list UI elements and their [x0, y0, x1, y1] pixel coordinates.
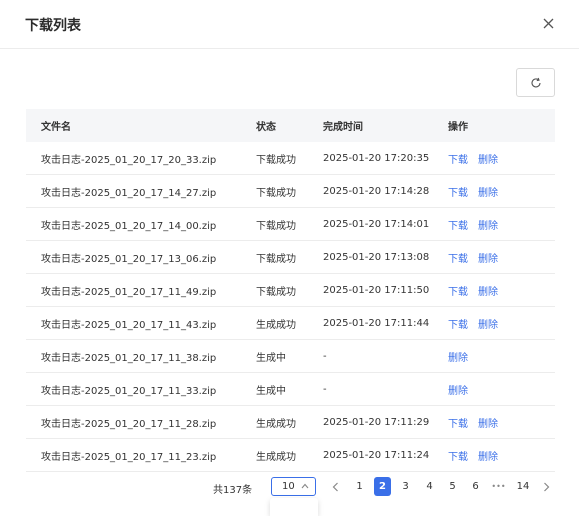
table-row: 攻击日志-2025_01_20_17_11_23.zip 生成成功 2025-01-…: [26, 439, 555, 472]
pagination-ellipsis[interactable]: •••: [490, 477, 507, 496]
page-button-2[interactable]: 2: [374, 477, 391, 496]
cell-status: 下载成功: [256, 187, 296, 199]
prev-page-button[interactable]: [327, 477, 344, 496]
pagination: 共137条 10 1 2 3 4 5 6 ••• 14: [0, 476, 579, 498]
cell-actions: 下载 删除: [448, 217, 555, 232]
row-action-1[interactable]: 下载: [448, 448, 468, 463]
chevron-up-icon: [301, 482, 309, 492]
cell-completed-at: 2025-01-20 17:11:24: [323, 449, 430, 461]
header-filename: 文件名: [41, 122, 71, 133]
cell-status: 下载成功: [256, 286, 296, 298]
cell-actions: 下载 删除: [448, 250, 555, 265]
cell-filename: 攻击日志-2025_01_20_17_14_00.zip: [41, 220, 217, 232]
page-button-4[interactable]: 4: [421, 477, 438, 496]
table-row: 攻击日志-2025_01_20_17_11_33.zip 生成中 - 删除: [26, 373, 555, 406]
page-button-1[interactable]: 1: [351, 477, 368, 496]
cell-status: 下载成功: [256, 154, 296, 166]
cell-completed-at: -: [323, 383, 327, 395]
page-button-3[interactable]: 3: [397, 477, 414, 496]
row-action-1[interactable]: 下载: [448, 316, 468, 331]
page-button-5[interactable]: 5: [444, 477, 461, 496]
table-row: 攻击日志-2025_01_20_17_11_28.zip 生成成功 2025-01-…: [26, 406, 555, 439]
next-page-button[interactable]: [538, 477, 555, 496]
row-action-1[interactable]: 下载: [448, 217, 468, 232]
row-action-1[interactable]: 删除: [448, 382, 468, 397]
table-row: 攻击日志-2025_01_20_17_11_43.zip 生成成功 2025-01-…: [26, 307, 555, 340]
row-action-2[interactable]: 删除: [478, 283, 498, 298]
download-table: 文件名 状态 完成时间 操作 攻击日志-2025_01_20_17_20_33.…: [26, 109, 555, 472]
cell-filename: 攻击日志-2025_01_20_17_11_28.zip: [41, 418, 217, 430]
cell-status: 下载成功: [256, 253, 296, 265]
cell-actions: 删除: [448, 382, 555, 397]
page-size-select[interactable]: 10: [271, 477, 316, 496]
cell-actions: 下载 删除: [448, 151, 555, 166]
cell-status: 生成成功: [256, 319, 296, 331]
dialog-title: 下载列表: [25, 18, 81, 34]
row-action-1[interactable]: 下载: [448, 184, 468, 199]
header-actions: 操作: [448, 122, 468, 133]
page-size-value: 10: [282, 481, 295, 492]
table-row: 攻击日志-2025_01_20_17_14_27.zip 下载成功 2025-01-…: [26, 175, 555, 208]
row-action-1[interactable]: 下载: [448, 283, 468, 298]
cell-completed-at: 2025-01-20 17:14:28: [323, 185, 430, 197]
download-list-dialog: 下载列表 文件名 状态 完成时间 操作 攻击日志-2025_01_20_17_2…: [0, 0, 579, 516]
table-row: 攻击日志-2025_01_20_17_14_00.zip 下载成功 2025-01-…: [26, 208, 555, 241]
cell-actions: 下载 删除: [448, 448, 555, 463]
cell-filename: 攻击日志-2025_01_20_17_13_06.zip: [41, 253, 217, 265]
pagination-total: 共137条: [213, 485, 253, 496]
cell-completed-at: -: [323, 350, 327, 362]
header-status: 状态: [256, 122, 276, 133]
row-action-1[interactable]: 删除: [448, 349, 468, 364]
row-action-1[interactable]: 下载: [448, 415, 468, 430]
cell-filename: 攻击日志-2025_01_20_17_14_27.zip: [41, 187, 217, 199]
refresh-icon: [531, 77, 541, 87]
page-size-dropdown[interactable]: [270, 498, 318, 516]
cell-actions: 下载 删除: [448, 184, 555, 199]
cell-completed-at: 2025-01-20 17:20:35: [323, 152, 430, 164]
row-action-1[interactable]: 下载: [448, 250, 468, 265]
cell-completed-at: 2025-01-20 17:11:29: [323, 416, 430, 428]
refresh-button[interactable]: [516, 68, 555, 97]
dialog-header: 下载列表: [0, 0, 579, 49]
cell-status: 下载成功: [256, 220, 296, 232]
row-action-1[interactable]: 下载: [448, 151, 468, 166]
cell-filename: 攻击日志-2025_01_20_17_11_23.zip: [41, 451, 217, 463]
row-action-2[interactable]: 删除: [478, 415, 498, 430]
row-action-2[interactable]: 删除: [478, 151, 498, 166]
table-row: 攻击日志-2025_01_20_17_13_06.zip 下载成功 2025-01-…: [26, 241, 555, 274]
table-row: 攻击日志-2025_01_20_17_20_33.zip 下载成功 2025-01-…: [26, 142, 555, 175]
close-icon[interactable]: [538, 13, 558, 33]
row-action-2[interactable]: 删除: [478, 448, 498, 463]
cell-actions: 删除: [448, 349, 555, 364]
cell-completed-at: 2025-01-20 17:11:50: [323, 284, 430, 296]
cell-filename: 攻击日志-2025_01_20_17_20_33.zip: [41, 154, 217, 166]
row-action-2[interactable]: 删除: [478, 250, 498, 265]
row-action-2[interactable]: 删除: [478, 184, 498, 199]
cell-filename: 攻击日志-2025_01_20_17_11_49.zip: [41, 286, 217, 298]
cell-completed-at: 2025-01-20 17:14:01: [323, 218, 430, 230]
cell-filename: 攻击日志-2025_01_20_17_11_33.zip: [41, 385, 217, 397]
table-header: 文件名 状态 完成时间 操作: [26, 109, 555, 142]
page-button-last[interactable]: 14: [513, 477, 533, 496]
row-action-2[interactable]: 删除: [478, 316, 498, 331]
cell-status: 生成成功: [256, 418, 296, 430]
cell-actions: 下载 删除: [448, 415, 555, 430]
cell-actions: 下载 删除: [448, 283, 555, 298]
chevron-right-icon: [544, 482, 550, 491]
cell-status: 生成中: [256, 352, 286, 364]
cell-actions: 下载 删除: [448, 316, 555, 331]
table-row: 攻击日志-2025_01_20_17_11_49.zip 下载成功 2025-01-…: [26, 274, 555, 307]
header-completed-at: 完成时间: [323, 122, 363, 133]
cell-completed-at: 2025-01-20 17:13:08: [323, 251, 430, 263]
cell-completed-at: 2025-01-20 17:11:44: [323, 317, 430, 329]
table-body: 攻击日志-2025_01_20_17_20_33.zip 下载成功 2025-01-…: [26, 142, 555, 472]
cell-status: 生成中: [256, 385, 286, 397]
cell-filename: 攻击日志-2025_01_20_17_11_43.zip: [41, 319, 217, 331]
cell-filename: 攻击日志-2025_01_20_17_11_38.zip: [41, 352, 217, 364]
table-row: 攻击日志-2025_01_20_17_11_38.zip 生成中 - 删除: [26, 340, 555, 373]
page-button-6[interactable]: 6: [467, 477, 484, 496]
cell-status: 生成成功: [256, 451, 296, 463]
chevron-left-icon: [332, 482, 338, 491]
row-action-2[interactable]: 删除: [478, 217, 498, 232]
